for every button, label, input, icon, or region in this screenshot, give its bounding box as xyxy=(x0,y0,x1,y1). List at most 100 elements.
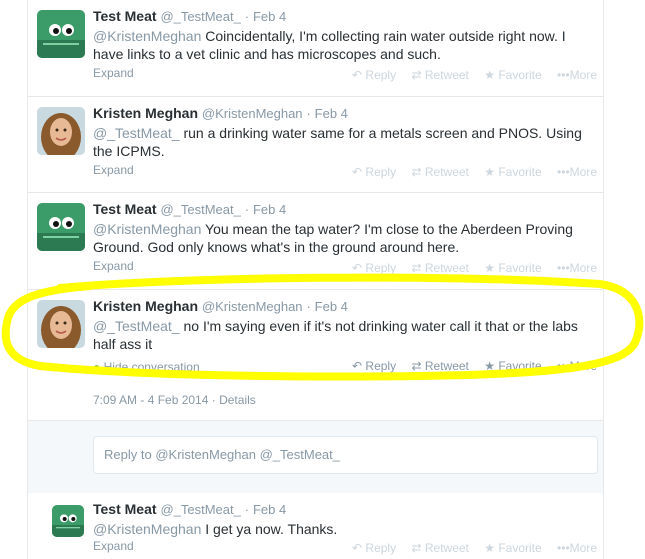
reply-prefix: Reply to xyxy=(104,447,152,462)
fullname[interactable]: Kristen Meghan xyxy=(93,298,198,314)
username[interactable]: @_TestMeat_ xyxy=(160,202,240,217)
retweet-label: Retweet xyxy=(424,359,469,373)
details-link[interactable]: Details xyxy=(219,393,256,407)
hide-conversation-link[interactable]: ● Hide conversation xyxy=(93,360,200,374)
tweet-actions: ↶ Reply ⇄ Retweet ★ Favorite •••More xyxy=(340,165,597,179)
timestamp-detail[interactable]: 7:09 AM - 4 Feb 2014 xyxy=(93,393,208,407)
expand-link[interactable]: Expand xyxy=(93,163,134,177)
retweet-action[interactable]: ⇄ Retweet xyxy=(411,261,468,275)
more-action[interactable]: •••More xyxy=(557,541,597,555)
more-icon: ••• xyxy=(557,68,570,82)
mention-link[interactable]: @_TestMeat_ xyxy=(93,318,180,334)
retweet-icon: ⇄ xyxy=(411,261,422,275)
reply-label: Reply xyxy=(365,68,397,82)
mention-link[interactable]: @_TestMeat_ xyxy=(93,125,180,141)
tweet-text: @KristenMeghan Coincidentally, I'm colle… xyxy=(93,27,593,63)
username[interactable]: @KristenMeghan xyxy=(202,106,303,121)
test-meat-avatar-icon xyxy=(52,505,84,537)
tweet[interactable]: Test Meat @_TestMeat_ · Feb 4 @KristenMe… xyxy=(28,193,603,290)
more-icon: ••• xyxy=(557,359,570,373)
username[interactable]: @KristenMeghan xyxy=(202,299,303,314)
avatar[interactable] xyxy=(37,203,85,251)
username[interactable]: @_TestMeat_ xyxy=(160,502,240,517)
retweet-action[interactable]: ⇄ Retweet xyxy=(411,359,468,373)
tweet-text: @KristenMeghan I get ya now. Thanks. xyxy=(93,520,593,538)
retweet-icon: ⇄ xyxy=(411,68,422,82)
reply-icon: ↶ xyxy=(352,165,363,179)
timestamp[interactable]: Feb 4 xyxy=(315,299,348,314)
timeline-right-border xyxy=(603,0,604,559)
username[interactable]: @_TestMeat_ xyxy=(160,9,240,24)
more-label: More xyxy=(569,541,597,555)
timestamp[interactable]: Feb 4 xyxy=(253,202,286,217)
tweet[interactable]: Kristen Meghan @KristenMeghan · Feb 4 @_… xyxy=(28,97,603,193)
reply-icon: ↶ xyxy=(352,359,363,373)
reply-input[interactable]: Reply to @KristenMeghan @_TestMeat_ xyxy=(93,436,598,474)
test-meat-avatar-icon xyxy=(37,203,85,251)
more-label: More xyxy=(569,261,597,275)
fullname[interactable]: Test Meat xyxy=(93,201,157,217)
favorite-label: Favorite xyxy=(498,165,542,179)
fullname[interactable]: Test Meat xyxy=(93,8,157,24)
favorite-action[interactable]: ★ Favorite xyxy=(484,541,541,555)
expand-link[interactable]: Expand xyxy=(93,259,134,273)
avatar[interactable] xyxy=(37,107,85,155)
mention-link[interactable]: @KristenMeghan xyxy=(93,28,201,44)
reply-action[interactable]: ↶ Reply xyxy=(352,261,396,275)
favorite-action[interactable]: ★ Favorite xyxy=(484,359,541,373)
retweet-label: Retweet xyxy=(424,541,469,555)
favorite-action[interactable]: ★ Favorite xyxy=(484,68,541,82)
favorite-icon: ★ xyxy=(484,359,495,373)
fullname[interactable]: Kristen Meghan xyxy=(93,105,198,121)
kristen-meghan-avatar-icon xyxy=(37,300,85,348)
more-action[interactable]: •••More xyxy=(557,359,597,373)
timestamp[interactable]: Feb 4 xyxy=(315,106,348,121)
timestamp[interactable]: Feb 4 xyxy=(253,502,286,517)
reply-action[interactable]: ↶ Reply xyxy=(352,359,396,373)
mention-link[interactable]: @KristenMeghan xyxy=(93,521,201,537)
reply-action[interactable]: ↶ Reply xyxy=(352,68,396,82)
reply-mention: @KristenMeghan xyxy=(155,447,256,462)
mention-link[interactable]: @KristenMeghan xyxy=(93,221,201,237)
more-icon: ••• xyxy=(557,541,570,555)
tweet-header: Test Meat @_TestMeat_ · Feb 4 xyxy=(93,501,286,517)
retweet-icon: ⇄ xyxy=(411,541,422,555)
avatar[interactable] xyxy=(52,505,84,537)
separator-dot: · xyxy=(244,202,250,217)
more-action[interactable]: •••More xyxy=(557,165,597,179)
speech-bubble-icon: ● xyxy=(93,360,101,374)
expand-link[interactable]: Expand xyxy=(93,539,134,553)
retweet-action[interactable]: ⇄ Retweet xyxy=(411,541,468,555)
favorite-action[interactable]: ★ Favorite xyxy=(484,261,541,275)
tweet[interactable]: Test Meat @_TestMeat_ · Feb 4 @KristenMe… xyxy=(28,493,603,559)
more-label: More xyxy=(569,165,597,179)
reply-action[interactable]: ↶ Reply xyxy=(352,165,396,179)
reply-label: Reply xyxy=(365,165,397,179)
timestamp[interactable]: Feb 4 xyxy=(253,9,286,24)
retweet-action[interactable]: ⇄ Retweet xyxy=(411,165,468,179)
tweet-actions: ↶ Reply ⇄ Retweet ★ Favorite •••More xyxy=(340,359,597,373)
favorite-icon: ★ xyxy=(484,541,495,555)
reply-action[interactable]: ↶ Reply xyxy=(352,541,396,555)
reply-icon: ↶ xyxy=(352,261,363,275)
more-action[interactable]: •••More xyxy=(557,261,597,275)
expand-link[interactable]: Expand xyxy=(93,66,134,80)
tweet-header: Kristen Meghan @KristenMeghan · Feb 4 xyxy=(93,298,348,314)
tweet-expanded[interactable]: Kristen Meghan @KristenMeghan · Feb 4 @_… xyxy=(28,290,603,420)
more-action[interactable]: •••More xyxy=(557,68,597,82)
tweet-header: Test Meat @_TestMeat_ · Feb 4 xyxy=(93,201,286,217)
separator-dot: · xyxy=(211,393,216,407)
tweet[interactable]: Test Meat @_TestMeat_ · Feb 4 @KristenMe… xyxy=(28,0,603,97)
tweet-text: @_TestMeat_ run a drinking water same fo… xyxy=(93,124,593,160)
retweet-icon: ⇄ xyxy=(411,165,422,179)
tweet-header: Test Meat @_TestMeat_ · Feb 4 xyxy=(93,8,286,24)
reply-mention: @_TestMeat_ xyxy=(259,447,340,462)
avatar[interactable] xyxy=(37,10,85,58)
avatar[interactable] xyxy=(37,300,85,348)
kristen-meghan-avatar-icon xyxy=(37,107,85,155)
reply-label: Reply xyxy=(365,261,397,275)
retweet-label: Retweet xyxy=(424,261,469,275)
retweet-action[interactable]: ⇄ Retweet xyxy=(411,68,468,82)
favorite-action[interactable]: ★ Favorite xyxy=(484,165,541,179)
fullname[interactable]: Test Meat xyxy=(93,501,157,517)
